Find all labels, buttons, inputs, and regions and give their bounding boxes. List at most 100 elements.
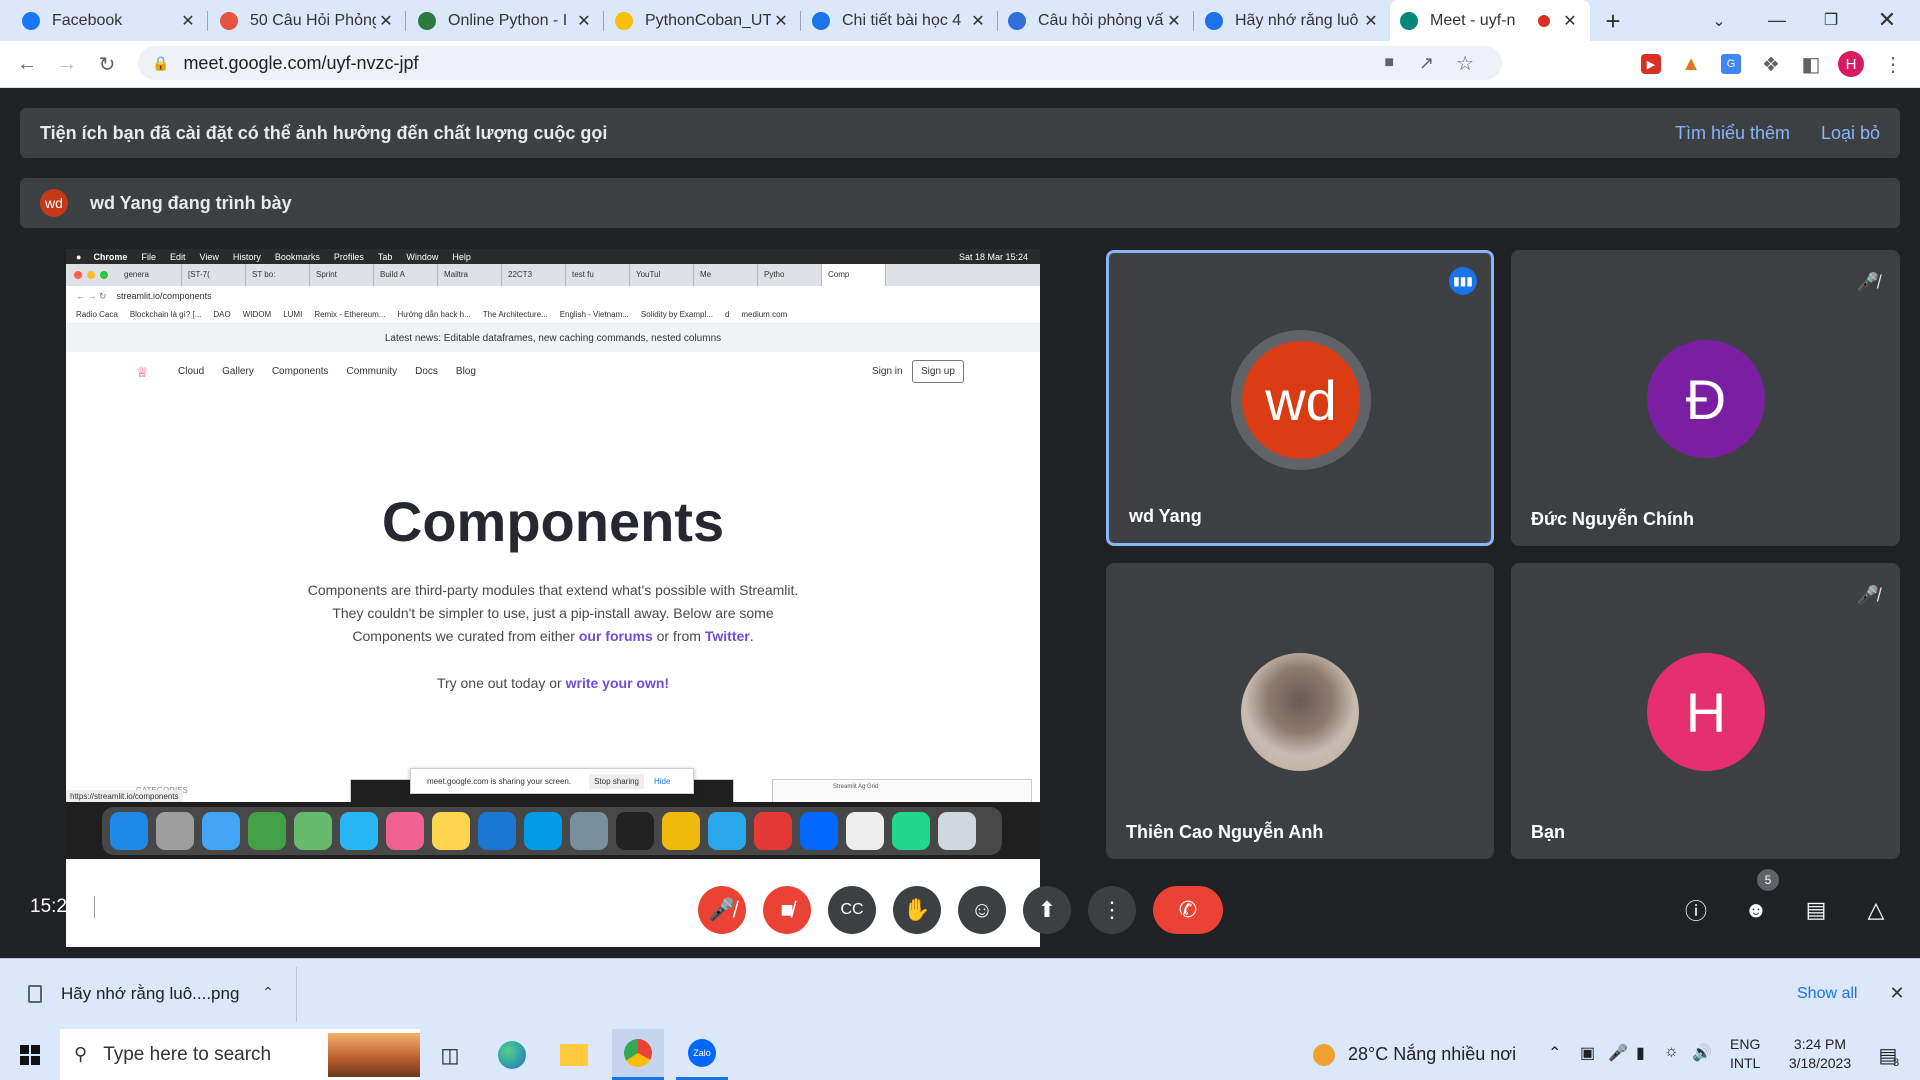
bookmark-item[interactable]: Solidity by Exampl... xyxy=(641,310,713,319)
mac-menu-item[interactable]: Window xyxy=(406,252,438,262)
wifi-icon[interactable]: ☼ xyxy=(1664,1043,1679,1061)
dock-app-icon[interactable] xyxy=(156,812,194,850)
captions-button[interactable]: CC xyxy=(828,886,876,934)
mac-menu-item[interactable]: Tab xyxy=(378,252,393,262)
profile-avatar[interactable]: H xyxy=(1836,49,1866,79)
taskbar-search[interactable]: ⚲ Type here to search xyxy=(60,1029,420,1080)
mac-menu-item[interactable]: File xyxy=(141,252,156,262)
tray-mic-icon[interactable]: 🎤 xyxy=(1608,1043,1628,1063)
clock[interactable]: 3:24 PM 3/18/2023 xyxy=(1770,1035,1870,1073)
browser-tab[interactable]: Câu hỏi phỏng vấ ✕ xyxy=(998,0,1194,41)
browser-tab[interactable]: Hãy nhớ rằng luô ✕ xyxy=(1195,0,1391,41)
browser-tab[interactable]: PythonCoban_UT ✕ xyxy=(605,0,801,41)
mini-tab[interactable]: [ST-7( xyxy=(182,264,246,286)
dock-app-icon[interactable] xyxy=(524,812,562,850)
mac-menu-item[interactable]: Profiles xyxy=(334,252,364,262)
extensions-puzzle-icon[interactable]: ❖ xyxy=(1756,49,1786,79)
camera-blocked-icon[interactable]: ■ xyxy=(1384,54,1394,72)
streamlit-nav-item[interactable]: Components xyxy=(272,366,329,377)
dock-app-icon[interactable] xyxy=(110,812,148,850)
bookmark-item[interactable]: English - Vietnam... xyxy=(560,310,629,319)
dock-app-icon[interactable] xyxy=(616,812,654,850)
bookmark-item[interactable]: Blockchain là gì? [... xyxy=(130,310,202,319)
browser-tab[interactable]: Online Python - I ✕ xyxy=(408,0,604,41)
dock-app-icon[interactable] xyxy=(662,812,700,850)
windows-start-icon[interactable] xyxy=(8,1035,52,1075)
mac-menu-item[interactable]: Help xyxy=(452,252,471,262)
close-tab-icon[interactable]: ✕ xyxy=(574,11,594,31)
mini-tab[interactable]: genera xyxy=(118,264,182,286)
participant-tile-thien[interactable]: Thiên Cao Nguyễn Anh xyxy=(1106,563,1494,859)
dock-app-icon[interactable] xyxy=(570,812,608,850)
extension-translate-icon[interactable]: G xyxy=(1716,49,1746,79)
bookmark-item[interactable]: DAO xyxy=(213,310,230,319)
dock-app-icon[interactable] xyxy=(294,812,332,850)
close-tab-icon[interactable]: ✕ xyxy=(771,11,791,31)
close-download-bar-icon[interactable]: ✕ xyxy=(1886,982,1908,1004)
mini-tab[interactable]: Me xyxy=(694,264,758,286)
forward-button[interactable]: → xyxy=(52,49,82,79)
browser-tab[interactable]: Chi tiết bài học 4 ✕ xyxy=(802,0,998,41)
hide-link[interactable]: Hide xyxy=(654,777,670,786)
close-tab-icon[interactable]: ✕ xyxy=(1164,11,1184,31)
leave-call-button[interactable]: ✆ xyxy=(1153,886,1223,934)
mini-tab[interactable]: ST bo: xyxy=(246,264,310,286)
dock-app-icon[interactable] xyxy=(892,812,930,850)
mini-tab[interactable]: Mailtra xyxy=(438,264,502,286)
meeting-details-icon[interactable]: ⓘ xyxy=(1680,894,1712,926)
share-icon[interactable]: ↗ xyxy=(1419,53,1434,74)
chrome-taskbar-icon[interactable] xyxy=(612,1029,664,1080)
emoji-button[interactable]: ☺ xyxy=(958,886,1006,934)
mini-tab[interactable]: YouTul xyxy=(630,264,694,286)
sign-up-button[interactable]: Sign up xyxy=(912,360,964,383)
bookmark-item[interactable]: LUMI xyxy=(283,310,302,319)
tray-chevron-icon[interactable]: ⌃ xyxy=(1548,1043,1561,1063)
mini-tab[interactable]: Comp xyxy=(822,264,886,286)
bookmark-item[interactable]: The Architecture... xyxy=(483,310,548,319)
dock-app-icon[interactable] xyxy=(386,812,424,850)
bookmark-item[interactable]: Remix - Ethereum... xyxy=(314,310,385,319)
stop-sharing-button[interactable]: Stop sharing xyxy=(589,773,644,789)
dismiss-link[interactable]: Loại bỏ xyxy=(1821,123,1880,144)
tray-device-icon[interactable]: ▣ xyxy=(1580,1043,1595,1063)
address-bar[interactable]: 🔒 meet.google.com/uyf-nvzc-jpf ■ ↗ ☆ xyxy=(138,46,1502,80)
close-tab-icon[interactable]: ✕ xyxy=(1560,11,1580,31)
mini-tab[interactable]: Sprint xyxy=(310,264,374,286)
bookmark-item[interactable]: Hướng dẫn hack h... xyxy=(397,310,470,319)
edge-icon[interactable] xyxy=(494,1037,530,1073)
streamlit-nav-item[interactable]: Docs xyxy=(415,366,438,377)
chat-icon[interactable]: ▤ xyxy=(1800,894,1832,926)
weather-icon[interactable] xyxy=(1310,1041,1338,1069)
weather-text[interactable]: 28°C Nắng nhiều nơi xyxy=(1348,1044,1516,1065)
dock-app-icon[interactable] xyxy=(432,812,470,850)
bookmark-item[interactable]: Radio Caca xyxy=(76,310,118,319)
close-tab-icon[interactable]: ✕ xyxy=(178,11,198,31)
mini-tab[interactable]: Build A xyxy=(374,264,438,286)
minimize-button[interactable]: — xyxy=(1754,5,1800,35)
task-view-icon[interactable]: ◫ xyxy=(432,1037,468,1073)
bookmark-item[interactable]: medium.com xyxy=(741,310,787,319)
download-filename[interactable]: Hãy nhớ rằng luô....png xyxy=(61,984,239,1004)
reload-button[interactable]: ↻ xyxy=(92,49,122,79)
dock-app-icon[interactable] xyxy=(754,812,792,850)
dock-app-icon[interactable] xyxy=(248,812,286,850)
volume-icon[interactable]: 🔊 xyxy=(1692,1043,1712,1063)
mac-menu-item[interactable]: View xyxy=(199,252,218,262)
dock-app-icon[interactable] xyxy=(938,812,976,850)
dock-app-icon[interactable] xyxy=(708,812,746,850)
language-indicator[interactable]: ENG INTL xyxy=(1730,1035,1760,1073)
battery-icon[interactable]: ▮ xyxy=(1636,1043,1645,1063)
mini-tab[interactable]: Pytho xyxy=(758,264,822,286)
mic-off-button[interactable]: 🎤̸ xyxy=(698,886,746,934)
dock-app-icon[interactable] xyxy=(478,812,516,850)
close-tab-icon[interactable]: ✕ xyxy=(1361,11,1381,31)
show-all-link[interactable]: Show all xyxy=(1797,985,1857,1003)
zalo-taskbar-icon[interactable]: Zalo xyxy=(676,1029,728,1080)
mini-tab[interactable]: test fu xyxy=(566,264,630,286)
dock-app-icon[interactable] xyxy=(800,812,838,850)
back-button[interactable]: ← xyxy=(12,49,42,79)
twitter-link[interactable]: Twitter xyxy=(705,628,750,644)
extension-metamask-icon[interactable]: ▲ xyxy=(1676,49,1706,79)
raise-hand-button[interactable]: ✋ xyxy=(893,886,941,934)
tab-search-chevron-icon[interactable]: ⌄ xyxy=(1704,7,1734,35)
